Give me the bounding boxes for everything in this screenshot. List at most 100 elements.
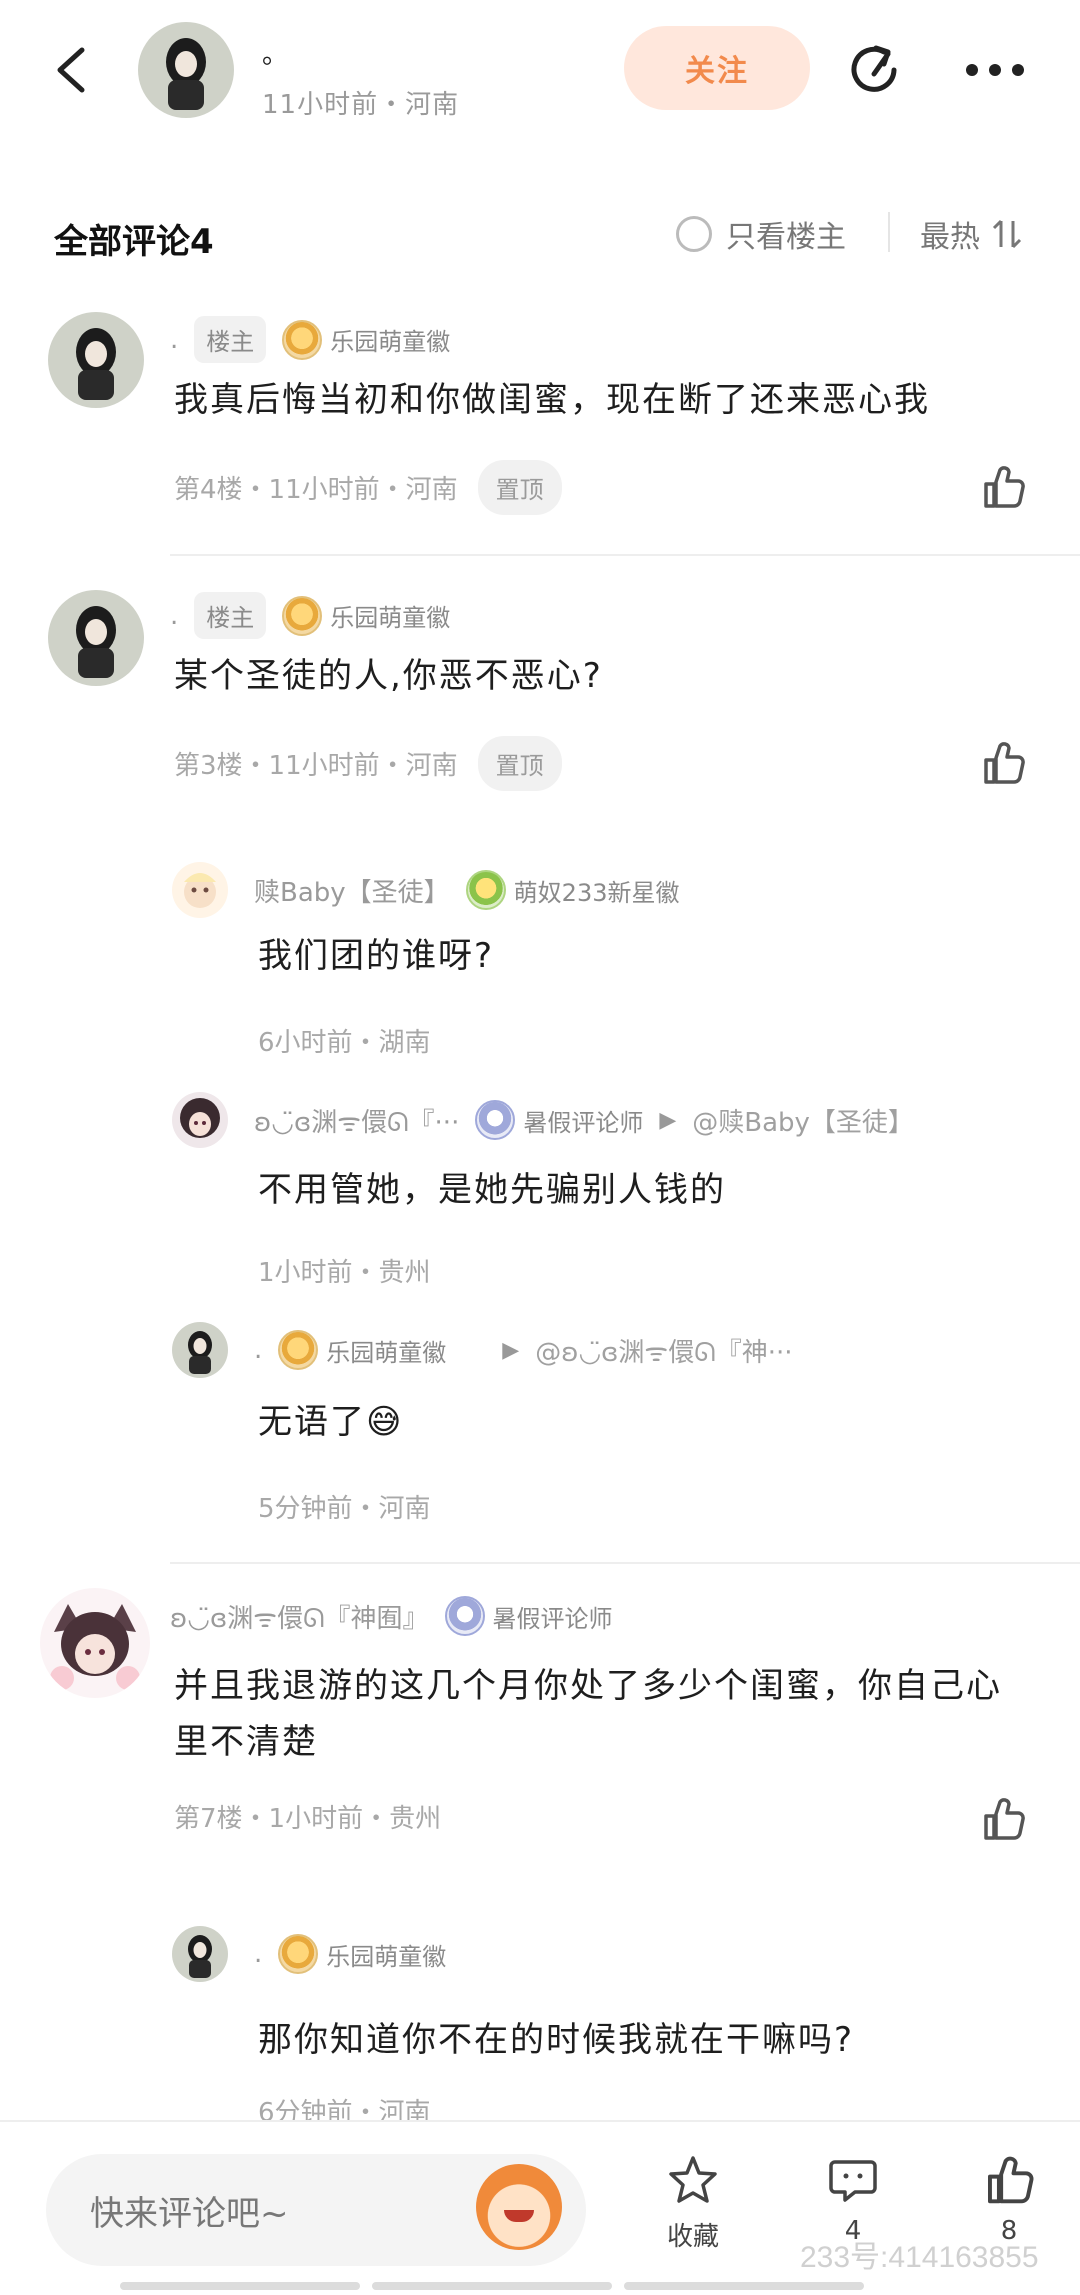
replier-avatar[interactable] <box>172 1092 228 1148</box>
floor-meta: 第4楼・11小时前・河南 <box>174 475 458 505</box>
home-indicator <box>624 2282 864 2290</box>
reply-item: ʚ◡̈ɞ渊ᯤ儇ᘏ『··· 暑假评论师 ▶ @赎Baby【圣徒】 不用管她，是她先… <box>0 1082 1080 1312</box>
mascot-icon[interactable] <box>476 2164 562 2250</box>
pin-button[interactable]: 置顶 <box>477 736 562 791</box>
reply-header: . 乐园萌童徽 ▶ @ʚ◡̈ɞ渊ᯤ儇ᘏ『神··· <box>254 1330 793 1370</box>
comment-text: 某个圣徒的人,你恶不恶心? <box>174 656 603 696</box>
divider <box>170 554 1080 556</box>
favorite-label: 收藏 <box>666 2222 719 2252</box>
replier-name[interactable]: 赎Baby【圣徒】 <box>254 872 450 909</box>
like-icon[interactable] <box>978 738 1028 788</box>
owner-badge: 楼主 <box>194 592 267 639</box>
medal-icon <box>475 1100 516 1140</box>
star-icon <box>669 2156 717 2203</box>
medal-icon <box>278 1934 319 1974</box>
reply-item: 赎Baby【圣徒】 萌奴233新星徽 我们团的谁呀? 6小时前・湖南 <box>0 852 1080 1072</box>
like-icon[interactable] <box>978 1794 1028 1844</box>
owner-only-label: 只看楼主 <box>726 220 846 255</box>
commenter-avatar[interactable] <box>48 590 144 686</box>
sort-label: 最热 <box>920 220 980 255</box>
reply-header: 赎Baby【圣徒】 萌奴233新星徽 <box>254 870 679 910</box>
comment-item: ʚ◡̈ɞ渊ᯤ儇ᘏ『神囿』 暑假评论师 并且我退游的这几个月你处了多少个闺蜜，你自… <box>0 1580 1080 1890</box>
medal-badge: 乐园萌童徽 <box>278 1934 446 1974</box>
home-indicator <box>120 2282 360 2290</box>
medal-icon <box>282 595 323 636</box>
comment-header: . 楼主 乐园萌童徽 <box>170 592 450 639</box>
sort-icon <box>992 219 1022 249</box>
comment-meta: 第7楼・1小时前・贵州 <box>174 1798 441 1835</box>
favorite-button[interactable]: 收藏 <box>648 2152 738 2253</box>
medal-label: 暑假评论师 <box>523 1108 644 1137</box>
reply-item: . 乐园萌童徽 ▶ @ʚ◡̈ɞ渊ᯤ儇ᘏ『神··· 无语了😅 5分钟前・河南 <box>0 1312 1080 1552</box>
more-icon[interactable] <box>960 40 1030 100</box>
reply-arrow-icon: ▶ <box>659 1107 677 1133</box>
reply-text: 不用管她，是她先骗别人钱的 <box>258 1170 726 1210</box>
reply-target[interactable]: @ʚ◡̈ɞ渊ᯤ儇ᘏ『神··· <box>535 1332 792 1369</box>
replier-avatar[interactable] <box>172 1926 228 1982</box>
reply-time-location: 1小时前・贵州 <box>258 1258 431 1288</box>
divider <box>170 1562 1080 1564</box>
medal-icon <box>465 870 506 910</box>
comment-meta: 第4楼・11小时前・河南 置顶 <box>174 460 562 515</box>
like-icon[interactable] <box>978 462 1028 512</box>
radio-icon[interactable] <box>676 216 712 252</box>
reply-time-location: 6小时前・湖南 <box>258 1028 431 1058</box>
reply-arrow-icon: ▶ <box>502 1337 520 1363</box>
floor-meta: 第7楼・1小时前・贵州 <box>174 1804 442 1834</box>
comment-filter-bar: 全部评论4 只看楼主 最热 <box>0 200 1080 270</box>
comment-text: 并且我退游的这几个月你处了多少个闺蜜，你自己心里不清楚 <box>174 1666 1002 1762</box>
commenter-name[interactable]: . <box>170 601 178 631</box>
medal-badge: 暑假评论师 <box>475 1100 643 1140</box>
watermark-text: 233号:414163855 <box>800 2241 1039 2274</box>
comment-meta: 第3楼・11小时前・河南 置顶 <box>174 736 562 791</box>
medal-badge: 暑假评论师 <box>444 1596 613 1636</box>
reply-header: ʚ◡̈ɞ渊ᯤ儇ᘏ『··· 暑假评论师 ▶ @赎Baby【圣徒】 <box>254 1100 914 1140</box>
reply-meta: 1小时前・贵州 <box>258 1252 431 1289</box>
top-bar: 。 11小时前・河南 关注 <box>0 0 1080 150</box>
medal-label: 乐园萌童徽 <box>326 1942 447 1971</box>
pin-button[interactable]: 置顶 <box>477 460 562 515</box>
reply-text: 我们团的谁呀? <box>258 936 495 976</box>
commenter-avatar[interactable] <box>40 1588 150 1698</box>
medal-badge: 萌奴233新星徽 <box>465 870 680 910</box>
like-icon <box>988 2156 1034 2204</box>
all-comments-title: 全部评论4 <box>54 222 214 262</box>
replier-avatar[interactable] <box>172 862 228 918</box>
commenter-avatar[interactable] <box>48 312 144 408</box>
divider <box>888 212 890 252</box>
medal-icon <box>278 1330 319 1370</box>
replier-name[interactable]: . <box>254 1335 262 1365</box>
follow-button[interactable]: 关注 <box>624 26 810 110</box>
comment-header: ʚ◡̈ɞ渊ᯤ儇ᘏ『神囿』 暑假评论师 <box>170 1596 613 1636</box>
comment-text: 我真后悔当初和你做闺蜜，现在断了还来恶心我 <box>174 380 930 420</box>
reply-item: . 乐园萌童徽 那你知道你不在的时候我就在干嘛吗? 6分钟前・河南 <box>0 1916 1080 2128</box>
reply-meta: 5分钟前・河南 <box>258 1488 431 1525</box>
author-avatar[interactable] <box>138 22 234 118</box>
commenter-name[interactable]: . <box>170 325 178 355</box>
sort-button[interactable]: 最热 <box>920 212 1024 256</box>
reply-text: 无语了😅 <box>258 1402 404 1442</box>
medal-badge: 乐园萌童徽 <box>282 595 450 636</box>
replier-name[interactable]: . <box>254 1939 262 1969</box>
commenter-name[interactable]: ʚ◡̈ɞ渊ᯤ儇ᘏ『神囿』 <box>170 1598 429 1635</box>
post-meta: 11小时前・河南 <box>262 90 460 120</box>
reply-time-location: 5分钟前・河南 <box>258 1494 431 1524</box>
author-name[interactable]: 。 <box>262 34 288 71</box>
comment-item: . 楼主 乐园萌童徽 某个圣徒的人,你恶不恶心? 第3楼・11小时前・河南 置顶 <box>0 576 1080 816</box>
reply-text: 那你知道你不在的时候我就在干嘛吗? <box>258 2020 855 2060</box>
comment-item: . 楼主 乐园萌童徽 我真后悔当初和你做闺蜜，现在断了还来恶心我 第4楼・11小… <box>0 300 1080 560</box>
owner-badge: 楼主 <box>194 316 267 363</box>
reply-header: . 乐园萌童徽 <box>254 1934 446 1974</box>
share-icon[interactable] <box>846 40 906 100</box>
medal-badge: 乐园萌童徽 <box>282 319 450 360</box>
reply-target[interactable]: @赎Baby【圣徒】 <box>692 1102 914 1139</box>
medal-icon <box>444 1596 485 1636</box>
owner-only-toggle[interactable]: 只看楼主 <box>676 212 846 256</box>
back-arrow-icon[interactable] <box>44 40 104 100</box>
replier-avatar[interactable] <box>172 1322 228 1378</box>
medal-label: 萌奴233新星徽 <box>513 878 680 907</box>
replier-name[interactable]: ʚ◡̈ɞ渊ᯤ儇ᘏ『··· <box>254 1102 459 1139</box>
home-indicator <box>372 2282 612 2290</box>
medal-label: 乐园萌童徽 <box>326 1338 447 1367</box>
floor-meta: 第3楼・11小时前・河南 <box>174 751 458 781</box>
